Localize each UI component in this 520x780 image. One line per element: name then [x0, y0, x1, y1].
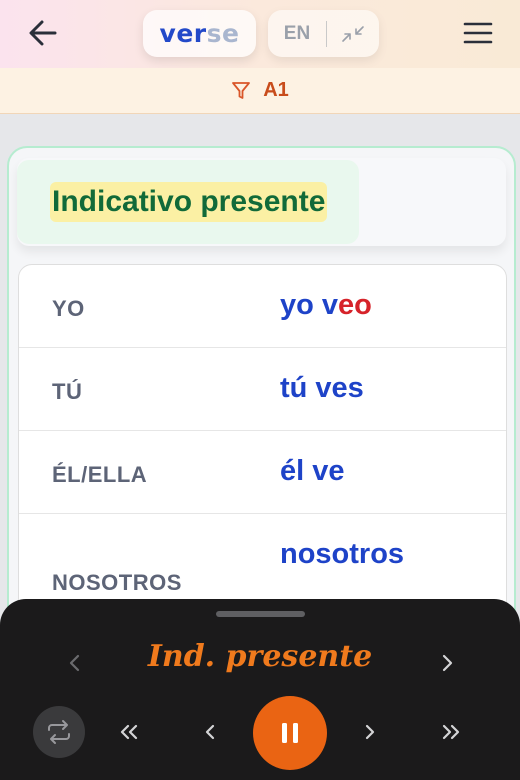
chevron-right-icon [442, 654, 453, 672]
pause-icon [282, 723, 298, 743]
level-filter[interactable]: A1 [0, 68, 520, 114]
chevron-left-icon [205, 724, 215, 740]
audio-player: Ind. presente [0, 599, 520, 780]
arrow-left-icon [29, 20, 57, 46]
logo-text-secondary: se [206, 19, 240, 48]
back-button[interactable] [26, 16, 60, 50]
fast-forward-button[interactable] [434, 717, 468, 747]
verb-ending: eo [338, 289, 372, 321]
table-row: YO yo veo [19, 265, 506, 348]
drag-handle[interactable] [216, 611, 305, 617]
table-row: ÉL/ELLA él ve [19, 431, 506, 514]
conjugated-form: tú ves [280, 372, 364, 404]
pronoun-label: NOSOTROS [52, 570, 182, 595]
menu-button[interactable] [460, 16, 496, 50]
pronoun-label: TÚ [52, 379, 83, 404]
collapse-button[interactable] [327, 10, 379, 57]
pronoun-label: YO [52, 296, 85, 321]
player-title: Ind. presente [147, 639, 373, 674]
conjugated-form: nosotros [280, 538, 405, 570]
repeat-icon [48, 720, 70, 744]
language-selector: EN [268, 10, 379, 57]
tense-title: Indicativo presente [50, 182, 328, 222]
top-bar: ver se EN [0, 0, 520, 68]
pause-button[interactable] [253, 696, 327, 770]
chevron-right-icon [365, 724, 375, 740]
language-button[interactable]: EN [268, 23, 326, 45]
next-button[interactable] [353, 717, 387, 747]
double-chevron-right-icon [442, 724, 460, 740]
hamburger-menu-icon [463, 22, 493, 44]
filter-level-label: A1 [263, 79, 289, 101]
next-tense-button[interactable] [432, 648, 462, 678]
conjugation-card: Indicativo presente YO yo veo TÚ tú ves … [7, 146, 516, 666]
collapse-arrows-icon [342, 25, 364, 42]
previous-button[interactable] [193, 717, 227, 747]
logo-text-primary: ver [159, 19, 207, 48]
repeat-button[interactable] [33, 706, 85, 758]
rewind-button[interactable] [112, 717, 146, 747]
pronoun-label: ÉL/ELLA [52, 462, 148, 487]
double-chevron-left-icon [120, 724, 138, 740]
card-header: Indicativo presente [17, 158, 506, 246]
conjugated-form: él ve [280, 455, 345, 487]
table-row: TÚ tú ves [19, 348, 506, 431]
previous-tense-button[interactable] [60, 648, 90, 678]
filter-icon [232, 81, 251, 99]
chevron-left-icon [69, 654, 80, 672]
conjugated-form: yo veo [280, 289, 372, 321]
logo[interactable]: ver se [143, 10, 256, 57]
